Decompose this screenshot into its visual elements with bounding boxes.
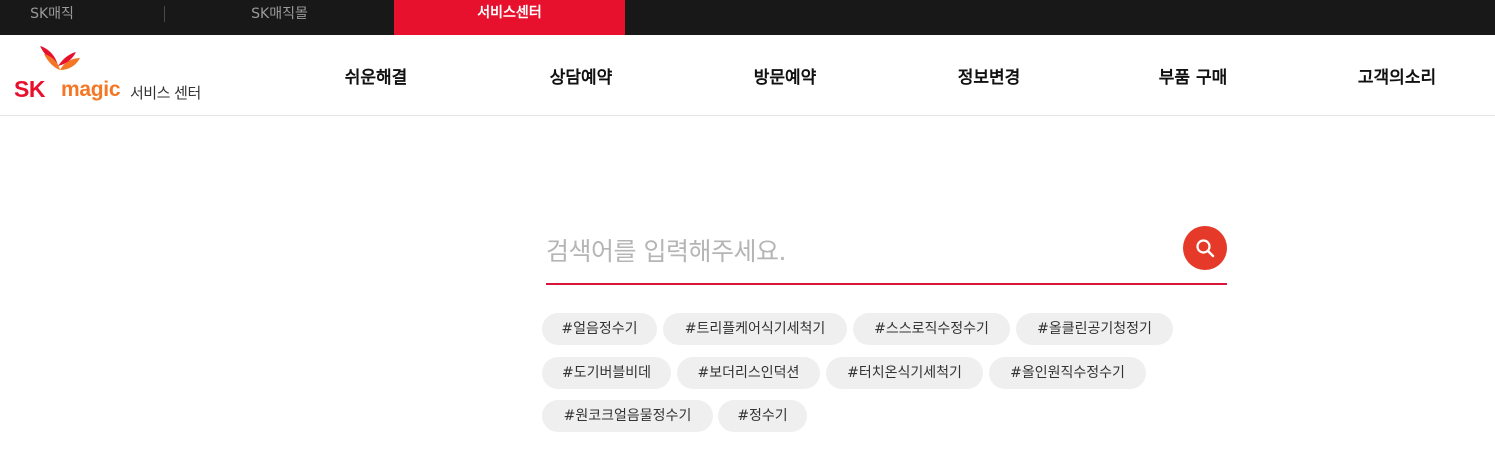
search-input[interactable]: [546, 226, 1166, 276]
topbar-link-service-center[interactable]: 서비스센터: [394, 0, 625, 35]
logo-subtitle: 서비스 센터: [130, 84, 201, 102]
nav-item-customer-voice[interactable]: 고객의소리: [1358, 63, 1436, 88]
search-bar: [546, 222, 1227, 285]
tag-chip[interactable]: #스스로직수정수기: [853, 313, 1010, 345]
tag-chip[interactable]: #원코크얼음물정수기: [542, 400, 713, 432]
tag-chip[interactable]: #터치온식기세척기: [826, 357, 983, 389]
nav-item-parts-purchase[interactable]: 부품 구매: [1159, 63, 1227, 88]
nav-item-visit-reservation[interactable]: 방문예약: [754, 63, 817, 88]
topbar-link-skmagic-mall[interactable]: SK매직몰: [165, 0, 394, 35]
logo-sk-text: SK: [14, 76, 45, 102]
tag-chip[interactable]: #트리플케어식기세척기: [663, 313, 847, 345]
tag-chip[interactable]: #올클린공기청정기: [1016, 313, 1173, 345]
tag-chip[interactable]: #보더리스인덕션: [677, 357, 820, 389]
tag-chip[interactable]: #정수기: [718, 400, 807, 432]
top-utility-bar: SK매직 SK매직몰 서비스센터: [0, 0, 1495, 35]
search-icon: [1196, 239, 1215, 258]
nav-item-consult-reservation[interactable]: 상담예약: [550, 63, 613, 88]
topbar-link-skmagic[interactable]: SK매직: [0, 0, 104, 35]
logo-magic-text: magic: [61, 78, 121, 101]
site-header: SK magic 서비스 센터 쉬운해결 상담예약 방문예약 정보변경 부품 구…: [0, 35, 1495, 116]
search-button[interactable]: [1183, 226, 1227, 270]
nav-item-info-change[interactable]: 정보변경: [958, 63, 1021, 88]
tag-chip[interactable]: #올인원직수정수기: [989, 357, 1146, 389]
tag-chip[interactable]: #얼음정수기: [542, 313, 657, 345]
skmagic-logo[interactable]: SK magic 서비스 센터: [14, 43, 214, 107]
nav-item-easy-solve[interactable]: 쉬운해결: [345, 63, 408, 88]
tag-chip[interactable]: #도기버블비데: [542, 357, 671, 389]
